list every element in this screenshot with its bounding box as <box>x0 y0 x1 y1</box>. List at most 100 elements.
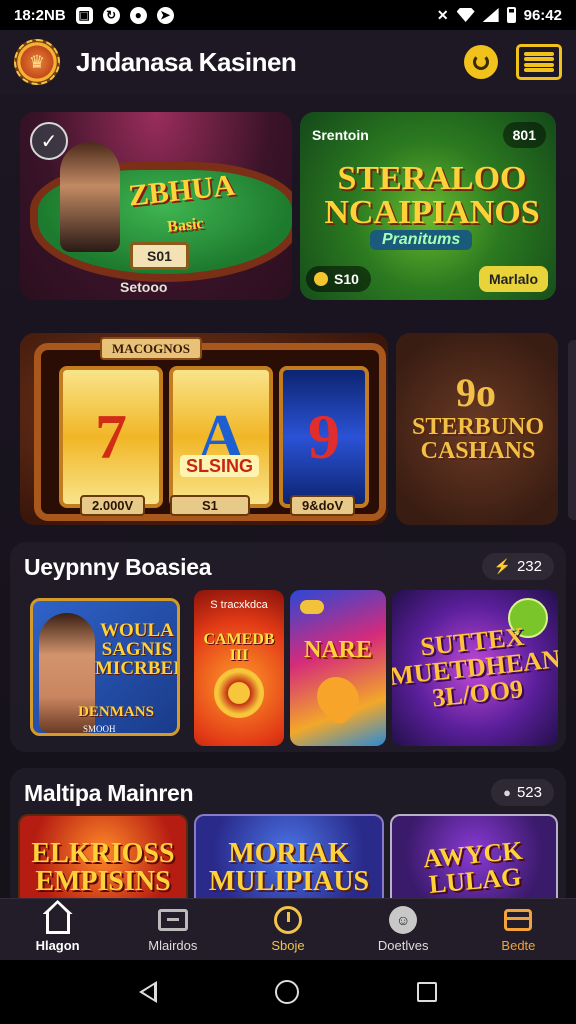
nav-spin-label: Sboje <box>271 938 305 953</box>
game-card-title: CAMEDB III <box>203 631 275 664</box>
green-top-label: Srentoin <box>312 127 369 143</box>
slot-plaque-3: 9&doV <box>290 495 356 516</box>
nav-games[interactable]: Mlairdos <box>115 899 230 960</box>
green-coin-chip[interactable]: S10 <box>306 266 371 292</box>
status-right: ✕ 96:42 <box>437 7 562 24</box>
app-title: Jndanasa Kasinen <box>76 46 297 77</box>
menu-line-icon <box>524 67 554 72</box>
green-chip-value: S10 <box>334 271 359 287</box>
section-1: Ueypnny Boasiea ⚡ 232 WOULA SAGNIS MICRB… <box>10 542 566 752</box>
slot-reel-1: 7 <box>59 366 163 508</box>
power-icon <box>473 54 489 70</box>
bottom-navigation: Hlagon Mlairdos Sboje ☺ Doetlves Bedte <box>0 898 576 960</box>
nav-home-label: Hlagon <box>35 938 80 953</box>
status-right-text: 96:42 <box>523 6 562 24</box>
gem-icon: ● <box>503 785 511 800</box>
sync-icon: ↻ <box>102 6 120 24</box>
system-navigation-bar <box>0 960 576 1024</box>
slot-reel-3: 9 <box>279 366 369 508</box>
poker-plaque: S01 <box>130 242 189 270</box>
section-1-count-badge[interactable]: ⚡ 232 <box>481 553 554 580</box>
featured-brown-tile[interactable]: 9o STERBUNO CASHANS <box>396 333 558 525</box>
record-icon: ● <box>129 6 147 24</box>
battery-icon <box>506 7 516 23</box>
game-card[interactable]: AWYCK LULAG <box>390 814 558 908</box>
poker-caption: Setooo <box>120 279 168 295</box>
chat-icon: ☺ <box>389 906 418 934</box>
green-subtitle: Pranitums <box>370 230 473 250</box>
menu-line-icon <box>524 62 554 67</box>
next-tile-hint[interactable] <box>568 340 576 520</box>
games-icon <box>157 909 188 931</box>
game-card[interactable]: SUTTEX MUETDHEAN 3L/OO9 <box>392 590 558 746</box>
coin-icon <box>314 272 328 286</box>
spin-icon <box>274 906 302 934</box>
nav-games-label: Mlairdos <box>148 938 198 953</box>
game-card[interactable]: MORIAK MULIPIAUS <box>194 814 384 908</box>
app-header: ♛ Jndanasa Kasinen <box>0 30 576 94</box>
token-icon <box>300 600 324 614</box>
game-card-subtitle: DENMANS <box>78 704 154 720</box>
poker-logo-text: ZBHUA Basic <box>127 169 239 242</box>
game-card-title: NARE <box>303 637 372 663</box>
game-card-title: MORIAK MULIPIAUS <box>208 838 370 897</box>
nav-spin[interactable]: Sboje <box>230 899 345 960</box>
slot-plaque-2: S1 <box>170 495 250 516</box>
status-bar: 18:2NB ▣ ↻ ● ➤ ✕ 96:42 <box>0 0 576 30</box>
game-card-title: ELKRIOSS EMPISINS <box>31 838 175 897</box>
section-2-title: Maltipa Mainren <box>24 780 194 806</box>
home-icon <box>45 912 70 934</box>
game-card[interactable]: NARE <box>290 590 386 746</box>
check-icon[interactable]: ✓ <box>30 122 68 160</box>
slot-reel-2: A <box>169 366 273 508</box>
brown-number: 9o <box>456 370 496 415</box>
nav-chat[interactable]: ☺ Doetlves <box>346 899 461 960</box>
brown-title: STERBUNO CASHANS <box>411 414 545 464</box>
wheel-icon <box>214 668 264 718</box>
nav-home[interactable]: Hlagon <box>0 899 115 960</box>
slot-top-label: MACOGNOS <box>100 337 202 360</box>
signal-icon <box>482 8 499 22</box>
back-icon[interactable] <box>139 981 157 1003</box>
menu-line-icon <box>524 52 554 56</box>
menu-button[interactable] <box>516 44 562 80</box>
game-card-title: AWYCK LULAG <box>421 835 524 899</box>
navigation-icon: ➤ <box>156 6 174 24</box>
green-title: STERALOO NCAIPIANOS <box>324 160 540 231</box>
slot-center-label: SLSING <box>180 455 260 477</box>
featured-poker-tile[interactable]: ✓ ZBHUA Basic S01 Setooo <box>20 112 292 300</box>
section-2: Maltipa Mainren ● 523 ELKRIOSS EMPISINS … <box>10 768 566 908</box>
section-1-count: 232 <box>516 558 542 575</box>
game-card-tiny-label: SMOOH <box>83 724 116 734</box>
status-left: 18:2NB ▣ ↻ ● ➤ <box>14 6 174 24</box>
menu-line-icon <box>524 57 554 62</box>
featured-green-tile[interactable]: Srentoin 801 STERALOO NCAIPIANOS Pranitu… <box>300 112 556 300</box>
nav-wallet[interactable]: Bedte <box>461 899 576 960</box>
game-card-top-label: S tracxkdca <box>210 599 268 611</box>
section-2-count-badge[interactable]: ● 523 <box>491 779 554 806</box>
poker-logo-sub: Basic <box>166 215 205 236</box>
recents-icon[interactable] <box>417 982 437 1002</box>
game-card[interactable]: ELKRIOSS EMPISINS <box>18 814 188 908</box>
slot-plaque-1: 2.000V <box>80 495 146 516</box>
game-card-title: WOULA SAGNIS MICRBEII <box>95 620 180 679</box>
mute-icon: ✕ <box>436 6 449 23</box>
nav-chat-label: Doetlves <box>377 938 429 953</box>
app-logo-icon[interactable]: ♛ <box>14 39 60 85</box>
green-play-button[interactable]: Marlalo <box>478 266 548 292</box>
game-card[interactable]: WOULA SAGNIS MICRBEII DENMANS SMOOH <box>30 598 180 736</box>
game-card[interactable]: S tracxkdca CAMEDB III <box>194 590 284 746</box>
section-1-title: Ueypnny Boasiea <box>24 554 212 580</box>
status-time: 18:2NB <box>14 6 66 24</box>
nav-wallet-label: Bedte <box>501 938 536 953</box>
wifi-icon <box>456 8 475 22</box>
featured-slots-tile[interactable]: 7 A 9 MACOGNOS SLSING 2.000V S1 9&doV <box>20 333 388 525</box>
power-coin-button[interactable] <box>464 45 498 79</box>
casino-app-screen: 18:2NB ▣ ↻ ● ➤ ✕ 96:42 ♛ Jndanasa Kasine… <box>0 0 576 1024</box>
section-2-count: 523 <box>516 784 542 801</box>
wallet-icon <box>504 909 533 931</box>
fire-icon: ⚡ <box>493 558 511 574</box>
home-button-icon[interactable] <box>275 980 299 1004</box>
dealer-image <box>60 142 120 252</box>
heart-icon <box>308 668 368 728</box>
